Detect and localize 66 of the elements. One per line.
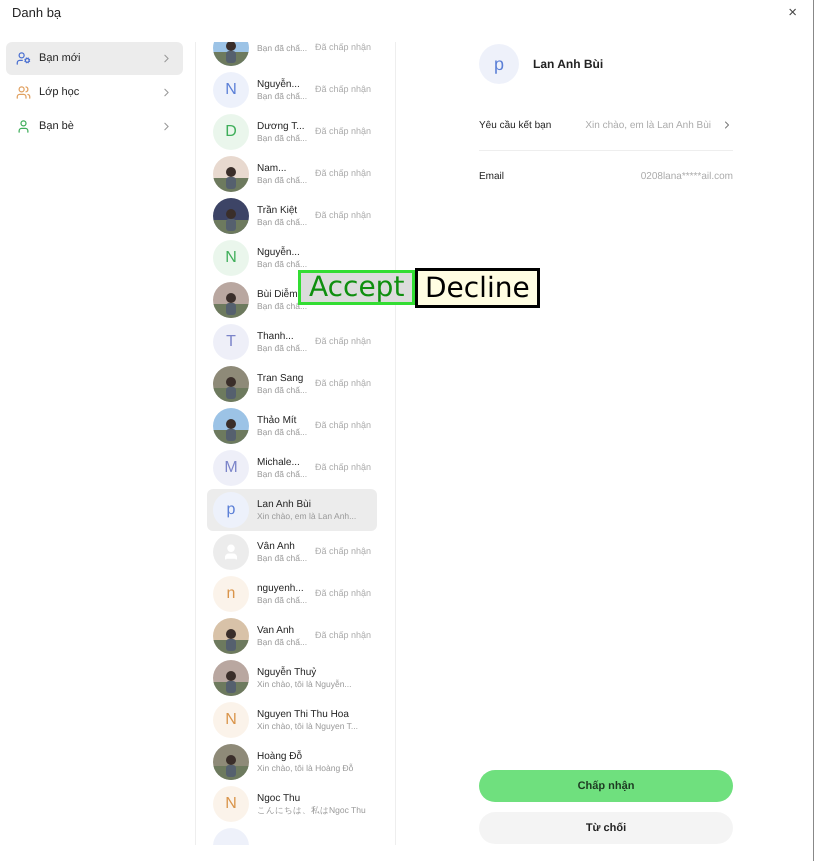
contact-name: Vân Anh [257, 540, 296, 553]
contact-name: Nguyễn Thuỷ [257, 666, 318, 679]
avatar: N [213, 702, 249, 738]
field-value: Xin chào, em là Lan Anh Bùi [585, 118, 711, 132]
request-message: Bạn đã chấ... [257, 469, 307, 480]
contact-name: Ngoc Thu [257, 792, 302, 805]
contact-name: Nguyễn... [257, 78, 301, 91]
contact-name: Nguyen Thi Thu Hoa [257, 708, 350, 721]
contact-name: Tran Sang [257, 372, 304, 385]
status-text: Đã chấp nhận [314, 587, 371, 600]
request-message: Bạn đã chấ... [257, 259, 308, 270]
request-message: Bạn đã chấ... [257, 637, 307, 648]
avatar: n [213, 576, 249, 612]
avatar: N [213, 786, 249, 822]
request-message: Xin chào, em là Lan Anh... [257, 511, 358, 522]
contact-name: Michale... [257, 456, 301, 469]
field-label: Email [479, 170, 504, 184]
window-title: Danh bạ [12, 4, 62, 22]
request-message: Xin chào, tôi là Nguyen T... [257, 721, 359, 732]
field-value: 0208lana*****ail.com [640, 170, 733, 184]
status-text: Đã chấp nhận [314, 419, 371, 432]
contact-name: Nguyễn... [257, 246, 301, 259]
status-text: Đã chấp nhận [314, 545, 371, 558]
avatar: D [213, 114, 249, 150]
status-text: Đã chấp nhận [314, 167, 371, 180]
contact-name: Bùi Diễm [257, 288, 299, 301]
accept-tooltip: Accept [298, 270, 416, 305]
contact-name: Nam... [257, 162, 288, 175]
contact-name: Hoàng Đỗ [257, 750, 304, 763]
request-message: Bạn đã chấ... [257, 343, 307, 354]
request-message: Bạn đã chấ... [257, 133, 307, 144]
contact-name: Van Anh [257, 624, 296, 637]
decline-tooltip: Decline [415, 268, 540, 308]
contact-name: Lan Anh Bùi [257, 498, 312, 511]
status-text: Đã chấp nhận [314, 377, 371, 390]
contact-name: Thảo Mít [257, 414, 298, 427]
request-message: こんにちは、私はNgoc Thu [257, 805, 367, 816]
contact-name: Thanh... [257, 330, 295, 343]
request-message: Bạn đã chấ... [257, 175, 307, 186]
status-text: Đã chấp nhận [314, 125, 371, 138]
contact-name: Trần Kiệt [257, 204, 298, 217]
avatar: N [213, 72, 249, 108]
request-message: Bạn đã chấ... [257, 553, 307, 564]
field-label: Yêu cầu kết bạn [479, 118, 552, 132]
contact-name: Lan Anh Bùi [533, 56, 604, 73]
avatar: M [213, 450, 249, 486]
status-text: Đã chấp nhận [314, 629, 371, 642]
status-text: Đã chấp nhận [314, 42, 371, 54]
status-text: Đã chấp nhận [314, 335, 371, 348]
request-message: Xin chào, tôi là Nguyễn... [257, 679, 353, 690]
contact-name: Dương T... [257, 120, 306, 133]
request-message: Bạn đã chấ... [257, 42, 307, 54]
request-message: Bạn đã chấ... [257, 427, 307, 438]
status-text: Đã chấp nhận [314, 461, 371, 474]
avatar: p [479, 44, 519, 84]
request-message: Xin chào, tôi là Hoàng Đỗ [257, 763, 354, 774]
avatar: T [213, 324, 249, 360]
avatar: N [213, 240, 249, 276]
request-message: Bạn đã chấ... [257, 595, 307, 606]
status-text: Đã chấp nhận [314, 83, 371, 96]
avatar: p [213, 492, 249, 528]
request-message: Bạn đã chấ... [257, 385, 307, 396]
request-message: Bạn đã chấ... [257, 91, 307, 102]
status-text: Đã chấp nhận [314, 209, 371, 222]
request-message: Bạn đã chấ... [257, 217, 307, 228]
contact-name: nguyenh... [257, 582, 305, 595]
